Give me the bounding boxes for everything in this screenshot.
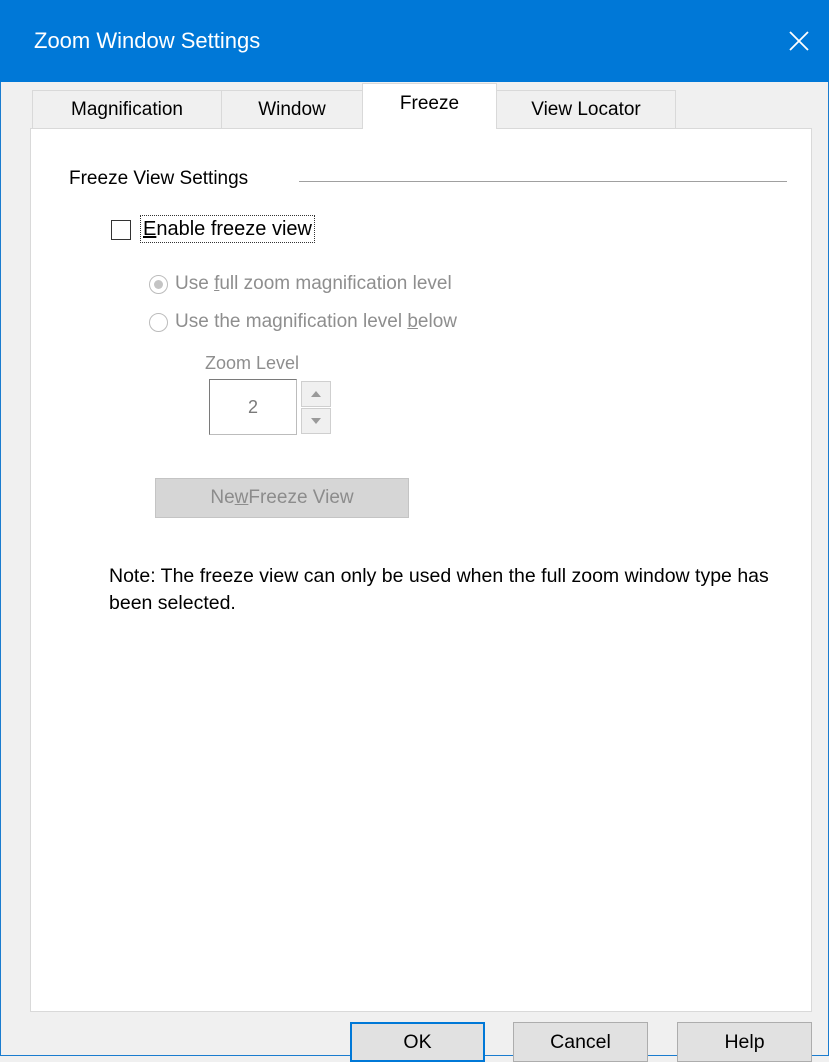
enable-freeze-view-label[interactable]: Enable freeze view xyxy=(140,215,315,243)
ok-button[interactable]: OK xyxy=(350,1022,485,1062)
new-freeze-view-button[interactable]: Ne w Freeze View xyxy=(155,478,409,518)
arrow-up-icon xyxy=(311,391,321,397)
zoom-level-input[interactable]: 2 xyxy=(209,379,297,435)
mnemonic-letter: w xyxy=(234,487,249,508)
label-text: ull zoom magnification level xyxy=(219,273,452,294)
label-text: Ne xyxy=(210,487,235,508)
help-button[interactable]: Help xyxy=(677,1022,812,1062)
freeze-note-text: Note: The freeze view can only be used w… xyxy=(109,565,769,614)
radio-full-zoom-label[interactable]: Use full zoom magnification level xyxy=(175,272,452,296)
mnemonic-letter: E xyxy=(143,218,157,240)
label-text: Freeze View xyxy=(248,487,354,508)
zoom-level-spin-down[interactable] xyxy=(301,408,331,434)
close-button[interactable] xyxy=(769,0,829,82)
group-label-freeze-view-settings: Freeze View Settings xyxy=(69,168,249,189)
label-text: nable freeze view xyxy=(156,218,312,240)
label-text: Use xyxy=(175,273,215,294)
tab-label: Magnification xyxy=(71,98,183,120)
cancel-button[interactable]: Cancel xyxy=(513,1022,648,1062)
tab-label: Window xyxy=(258,98,326,120)
tab-view-locator[interactable]: View Locator xyxy=(496,90,676,128)
arrow-down-icon xyxy=(311,418,321,424)
tab-window[interactable]: Window xyxy=(221,90,363,128)
tab-freeze[interactable]: Freeze xyxy=(362,83,497,129)
mnemonic-letter: b xyxy=(407,311,418,332)
tab-label: View Locator xyxy=(531,98,641,120)
freeze-tab-panel: Freeze View Settings Enable freeze view … xyxy=(30,128,812,1012)
zoom-level-spin-up[interactable] xyxy=(301,381,331,407)
radio-full-zoom[interactable] xyxy=(149,275,168,294)
tab-magnification[interactable]: Magnification xyxy=(32,90,222,128)
window-title: Zoom Window Settings xyxy=(34,28,261,53)
enable-freeze-view-checkbox[interactable] xyxy=(111,220,131,240)
zoom-level-label: Zoom Level xyxy=(205,353,300,373)
radio-magnification-below-label[interactable]: Use the magnification level below xyxy=(175,310,457,334)
label-text: Use the magnification level xyxy=(175,311,408,332)
close-icon xyxy=(789,31,809,51)
title-bar: Zoom Window Settings xyxy=(0,0,829,82)
tab-label: Freeze xyxy=(399,92,460,114)
group-divider xyxy=(299,181,787,182)
label-text: elow xyxy=(417,311,457,332)
radio-magnification-below[interactable] xyxy=(149,313,168,332)
